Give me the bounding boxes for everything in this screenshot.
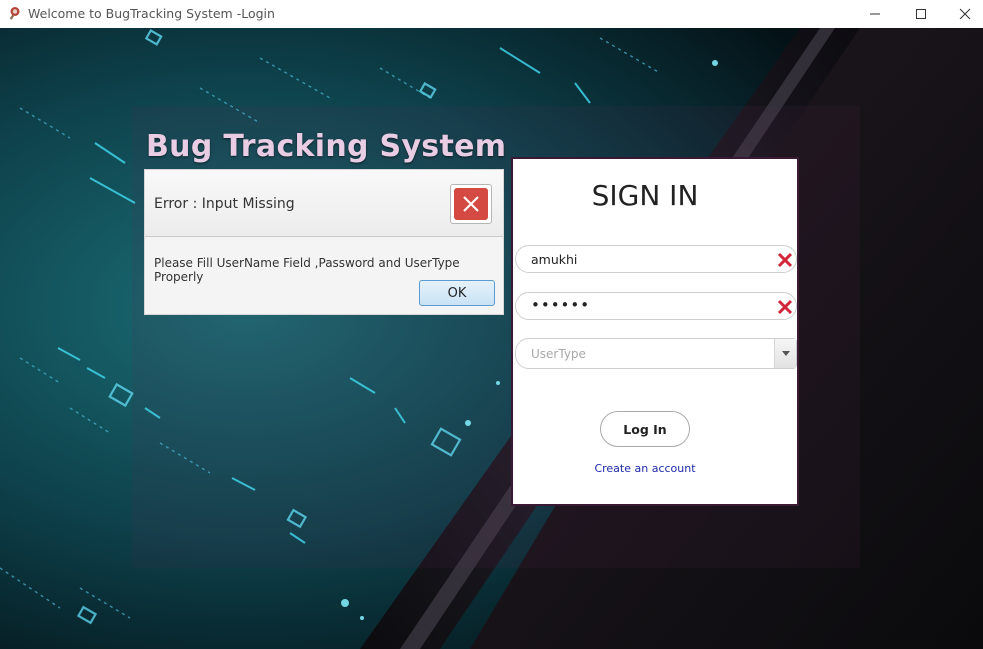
window-title: Welcome to BugTracking System -Login bbox=[28, 6, 275, 21]
background-image bbox=[0, 28, 983, 649]
usertype-dropdown-button[interactable] bbox=[774, 339, 796, 368]
error-dialog-title: Error : Input Missing bbox=[154, 196, 295, 212]
maximize-icon bbox=[916, 9, 926, 19]
error-dialog: Error : Input Missing Please Fill UserNa… bbox=[144, 169, 504, 315]
login-button[interactable]: Log In bbox=[600, 411, 690, 447]
error-icon bbox=[454, 188, 488, 220]
create-account-link[interactable]: Create an account bbox=[513, 462, 777, 475]
minimize-icon bbox=[870, 13, 880, 15]
close-icon bbox=[959, 8, 971, 20]
background-scene bbox=[0, 28, 983, 649]
clear-password-icon[interactable] bbox=[776, 298, 794, 316]
error-dialog-header: Error : Input Missing bbox=[145, 170, 503, 237]
signin-panel: SIGN IN amukhi •••••• UserType Log In Cr… bbox=[511, 157, 799, 506]
username-value: amukhi bbox=[531, 252, 578, 267]
minimize-button[interactable] bbox=[852, 0, 898, 28]
app-icon bbox=[9, 7, 20, 20]
app-heading: Bug Tracking System bbox=[146, 129, 507, 164]
chevron-down-icon bbox=[781, 351, 790, 356]
usertype-select[interactable]: UserType bbox=[515, 338, 797, 369]
window-titlebar: Welcome to BugTracking System -Login bbox=[0, 0, 983, 28]
username-field[interactable]: amukhi bbox=[515, 245, 797, 273]
password-value: •••••• bbox=[531, 296, 591, 314]
error-dialog-close-button[interactable] bbox=[450, 184, 492, 224]
ok-button[interactable]: OK bbox=[419, 280, 495, 306]
clear-username-icon[interactable] bbox=[776, 251, 794, 269]
signin-title: SIGN IN bbox=[591, 179, 699, 212]
close-window-button[interactable] bbox=[942, 0, 983, 28]
maximize-button[interactable] bbox=[898, 0, 944, 28]
usertype-placeholder: UserType bbox=[531, 347, 586, 361]
close-icon bbox=[463, 196, 479, 212]
password-field[interactable]: •••••• bbox=[515, 292, 797, 320]
